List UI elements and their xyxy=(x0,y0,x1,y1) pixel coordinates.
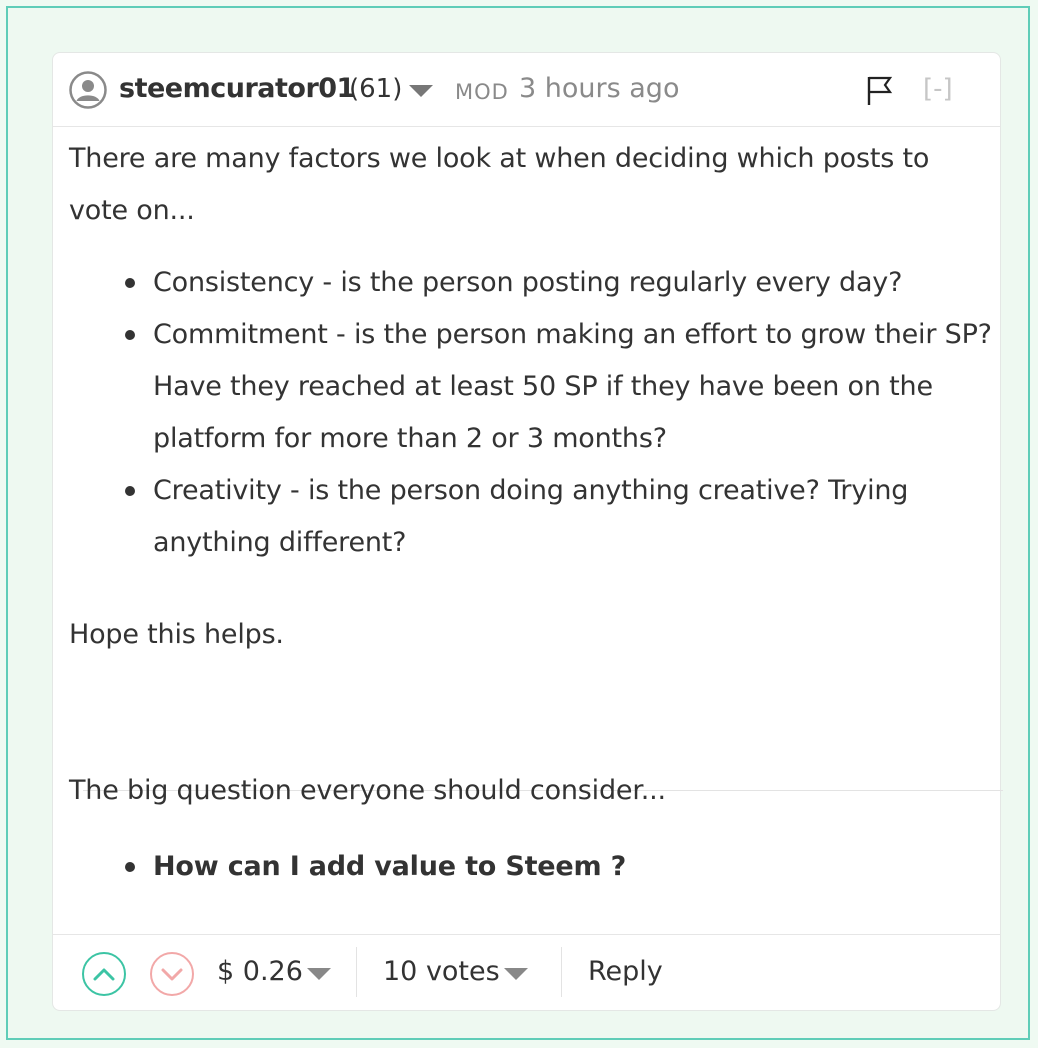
collapse-toggle[interactable]: [-] xyxy=(923,71,953,107)
avatar-icon[interactable] xyxy=(69,71,107,109)
list-item: Creativity - is the person doing anythin… xyxy=(69,465,999,569)
comment-timestamp[interactable]: 3 hours ago xyxy=(519,71,679,107)
divider xyxy=(356,947,357,997)
author-reputation: (61) xyxy=(349,74,403,104)
author-menu-caret-icon[interactable] xyxy=(409,85,433,97)
screenshot-frame: steemcurator01 (61) MOD 3 hours ago [-] … xyxy=(6,6,1030,1040)
list-item: Commitment - is the person making an eff… xyxy=(69,309,999,465)
chevron-up-icon xyxy=(93,968,115,981)
flag-icon[interactable] xyxy=(865,75,895,107)
closing-paragraph: Hope this helps. xyxy=(69,619,284,650)
author-name[interactable]: steemcurator01 xyxy=(119,71,355,107)
comment-header: steemcurator01 (61) MOD 3 hours ago [-] xyxy=(53,53,1000,127)
payout-caret-icon[interactable] xyxy=(307,968,331,980)
votes-caret-icon[interactable] xyxy=(504,968,528,980)
factors-list: Consistency - is the person posting regu… xyxy=(69,257,999,569)
intro-paragraph: There are many factors we look at when d… xyxy=(69,143,930,226)
divider xyxy=(561,947,562,997)
payout-amount[interactable]: $ 0.26 xyxy=(217,952,303,992)
list-item: How can I add value to Steem ? xyxy=(69,841,969,893)
upvote-button[interactable] xyxy=(82,952,126,996)
list-item: Consistency - is the person posting regu… xyxy=(69,257,999,309)
reply-button[interactable]: Reply xyxy=(588,952,663,992)
question-intro-paragraph: The big question everyone should conside… xyxy=(69,775,666,806)
downvote-button[interactable] xyxy=(150,952,194,996)
comment-footer: $ 0.26 10 votes Reply xyxy=(53,934,1000,1012)
mod-badge: MOD xyxy=(455,80,509,104)
question-list: How can I add value to Steem ? xyxy=(69,841,969,893)
chevron-down-icon xyxy=(161,968,183,981)
votes-count[interactable]: 10 votes xyxy=(383,952,500,992)
comment-card: steemcurator01 (61) MOD 3 hours ago [-] … xyxy=(52,52,1003,1012)
